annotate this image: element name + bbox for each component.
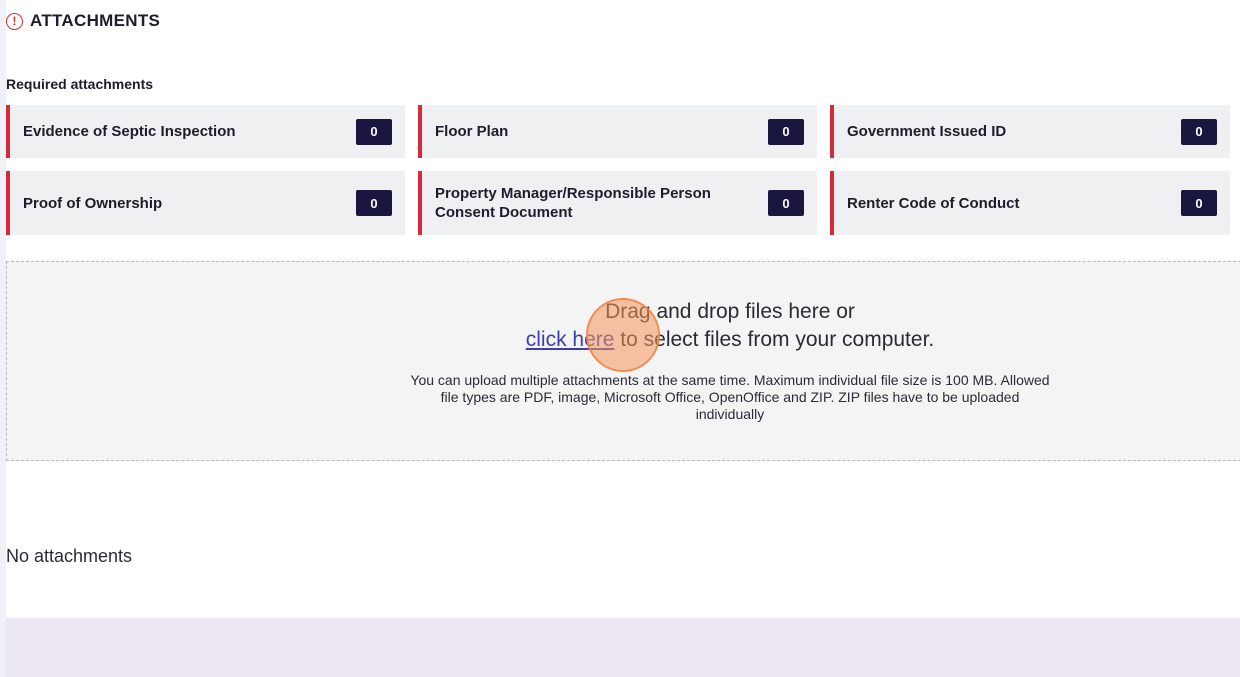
exclamation-circle-icon: ! [6,12,23,30]
required-attachments-label: Required attachments [6,76,154,92]
attachment-card-label: Floor Plan [435,123,509,140]
attachment-card-label: Renter Code of Conduct [847,194,1020,212]
footer-band [6,618,1240,677]
attachment-count-badge: 0 [1181,190,1217,216]
attachment-count-badge: 0 [356,118,392,145]
attachment-card-label: Proof of Ownership [23,194,163,212]
dropzone-instructions: Drag and drop files here or click here t… [405,298,1055,354]
attachment-count-badge: 0 [768,190,804,216]
attachment-card-government-id[interactable]: Government Issued ID 0 [830,105,1230,158]
dropzone-note: You can upload multiple attachments at t… [410,372,1050,422]
attachment-card-proof-of-ownership[interactable]: Proof of Ownership 0 [6,171,405,235]
attachment-count-badge: 0 [768,118,804,145]
attachment-card-label: Government Issued ID [847,123,1007,140]
attachment-count-badge: 0 [1181,118,1217,145]
file-dropzone[interactable]: Drag and drop files here or click here t… [6,261,1240,461]
attachment-card-label: Property Manager/Responsible Person Cons… [435,185,711,221]
attachment-card-septic-inspection[interactable]: Evidence of Septic Inspection 0 [6,105,405,158]
dropzone-line-2-rest: to select files from your computer. [614,328,935,351]
attachment-card-consent-document[interactable]: Property Manager/Responsible Person Cons… [418,171,817,235]
dropzone-line-1: Drag and drop files here or [605,300,855,323]
select-files-link[interactable]: click here [526,328,615,351]
dropzone-line-2: click here to select files from your com… [405,326,1055,354]
section-title: ATTACHMENTS [30,11,161,30]
attachment-card-floor-plan[interactable]: Floor Plan 0 [418,105,817,158]
attachment-card-renter-code-of-conduct[interactable]: Renter Code of Conduct 0 [830,171,1230,235]
attachment-card-label: Evidence of Septic Inspection [23,123,236,140]
section-header: ! ATTACHMENTS [6,9,160,33]
attachment-count-badge: 0 [356,190,392,216]
no-attachments-message: No attachments [6,546,133,566]
required-attachments-grid: Evidence of Septic Inspection 0 Floor Pl… [6,105,1230,235]
